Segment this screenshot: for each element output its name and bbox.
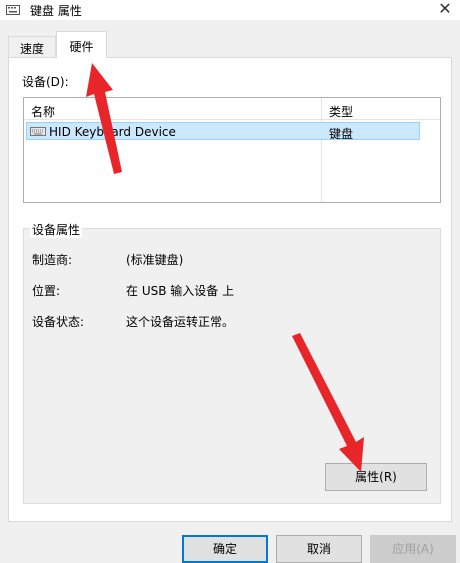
column-divider <box>321 98 322 202</box>
tab-hardware[interactable]: 硬件 <box>56 31 107 58</box>
location-value: 在 USB 输入设备 上 <box>126 284 235 298</box>
manufacturer-value: (标准键盘) <box>126 253 184 267</box>
device-status-value: 这个设备运转正常。 <box>126 315 235 329</box>
tab-speed[interactable]: 速度 <box>8 36 56 58</box>
properties-button[interactable]: 属性(R) <box>325 463 427 491</box>
device-name: HID Keyboard Device <box>49 125 176 139</box>
manufacturer-label: 制造商: <box>32 253 73 267</box>
device-type: 键盘 <box>329 127 354 141</box>
cancel-button[interactable]: 取消 <box>276 535 362 563</box>
column-type-header[interactable]: 类型 <box>329 103 353 120</box>
keyboard-icon <box>30 127 46 136</box>
column-name-header[interactable]: 名称 <box>31 103 55 120</box>
group-title: 设备属性 <box>30 221 83 238</box>
window-title: 键盘 属性 <box>30 4 82 18</box>
list-header: 名称 类型 <box>24 98 440 120</box>
ok-button[interactable]: 确定 <box>182 535 268 563</box>
apply-button: 应用(A) <box>370 535 456 563</box>
device-list[interactable]: 名称 类型 HID Keyboard Device 键盘 <box>23 97 441 203</box>
devices-label: 设备(D): <box>22 75 69 89</box>
keyboard-icon <box>6 5 20 15</box>
close-button[interactable]: ✕ <box>430 0 460 20</box>
device-status-label: 设备状态: <box>32 315 85 329</box>
list-item[interactable]: HID Keyboard Device 键盘 <box>26 122 420 141</box>
title-bar: 键盘 属性 ✕ <box>0 0 460 20</box>
location-label: 位置: <box>32 284 61 298</box>
